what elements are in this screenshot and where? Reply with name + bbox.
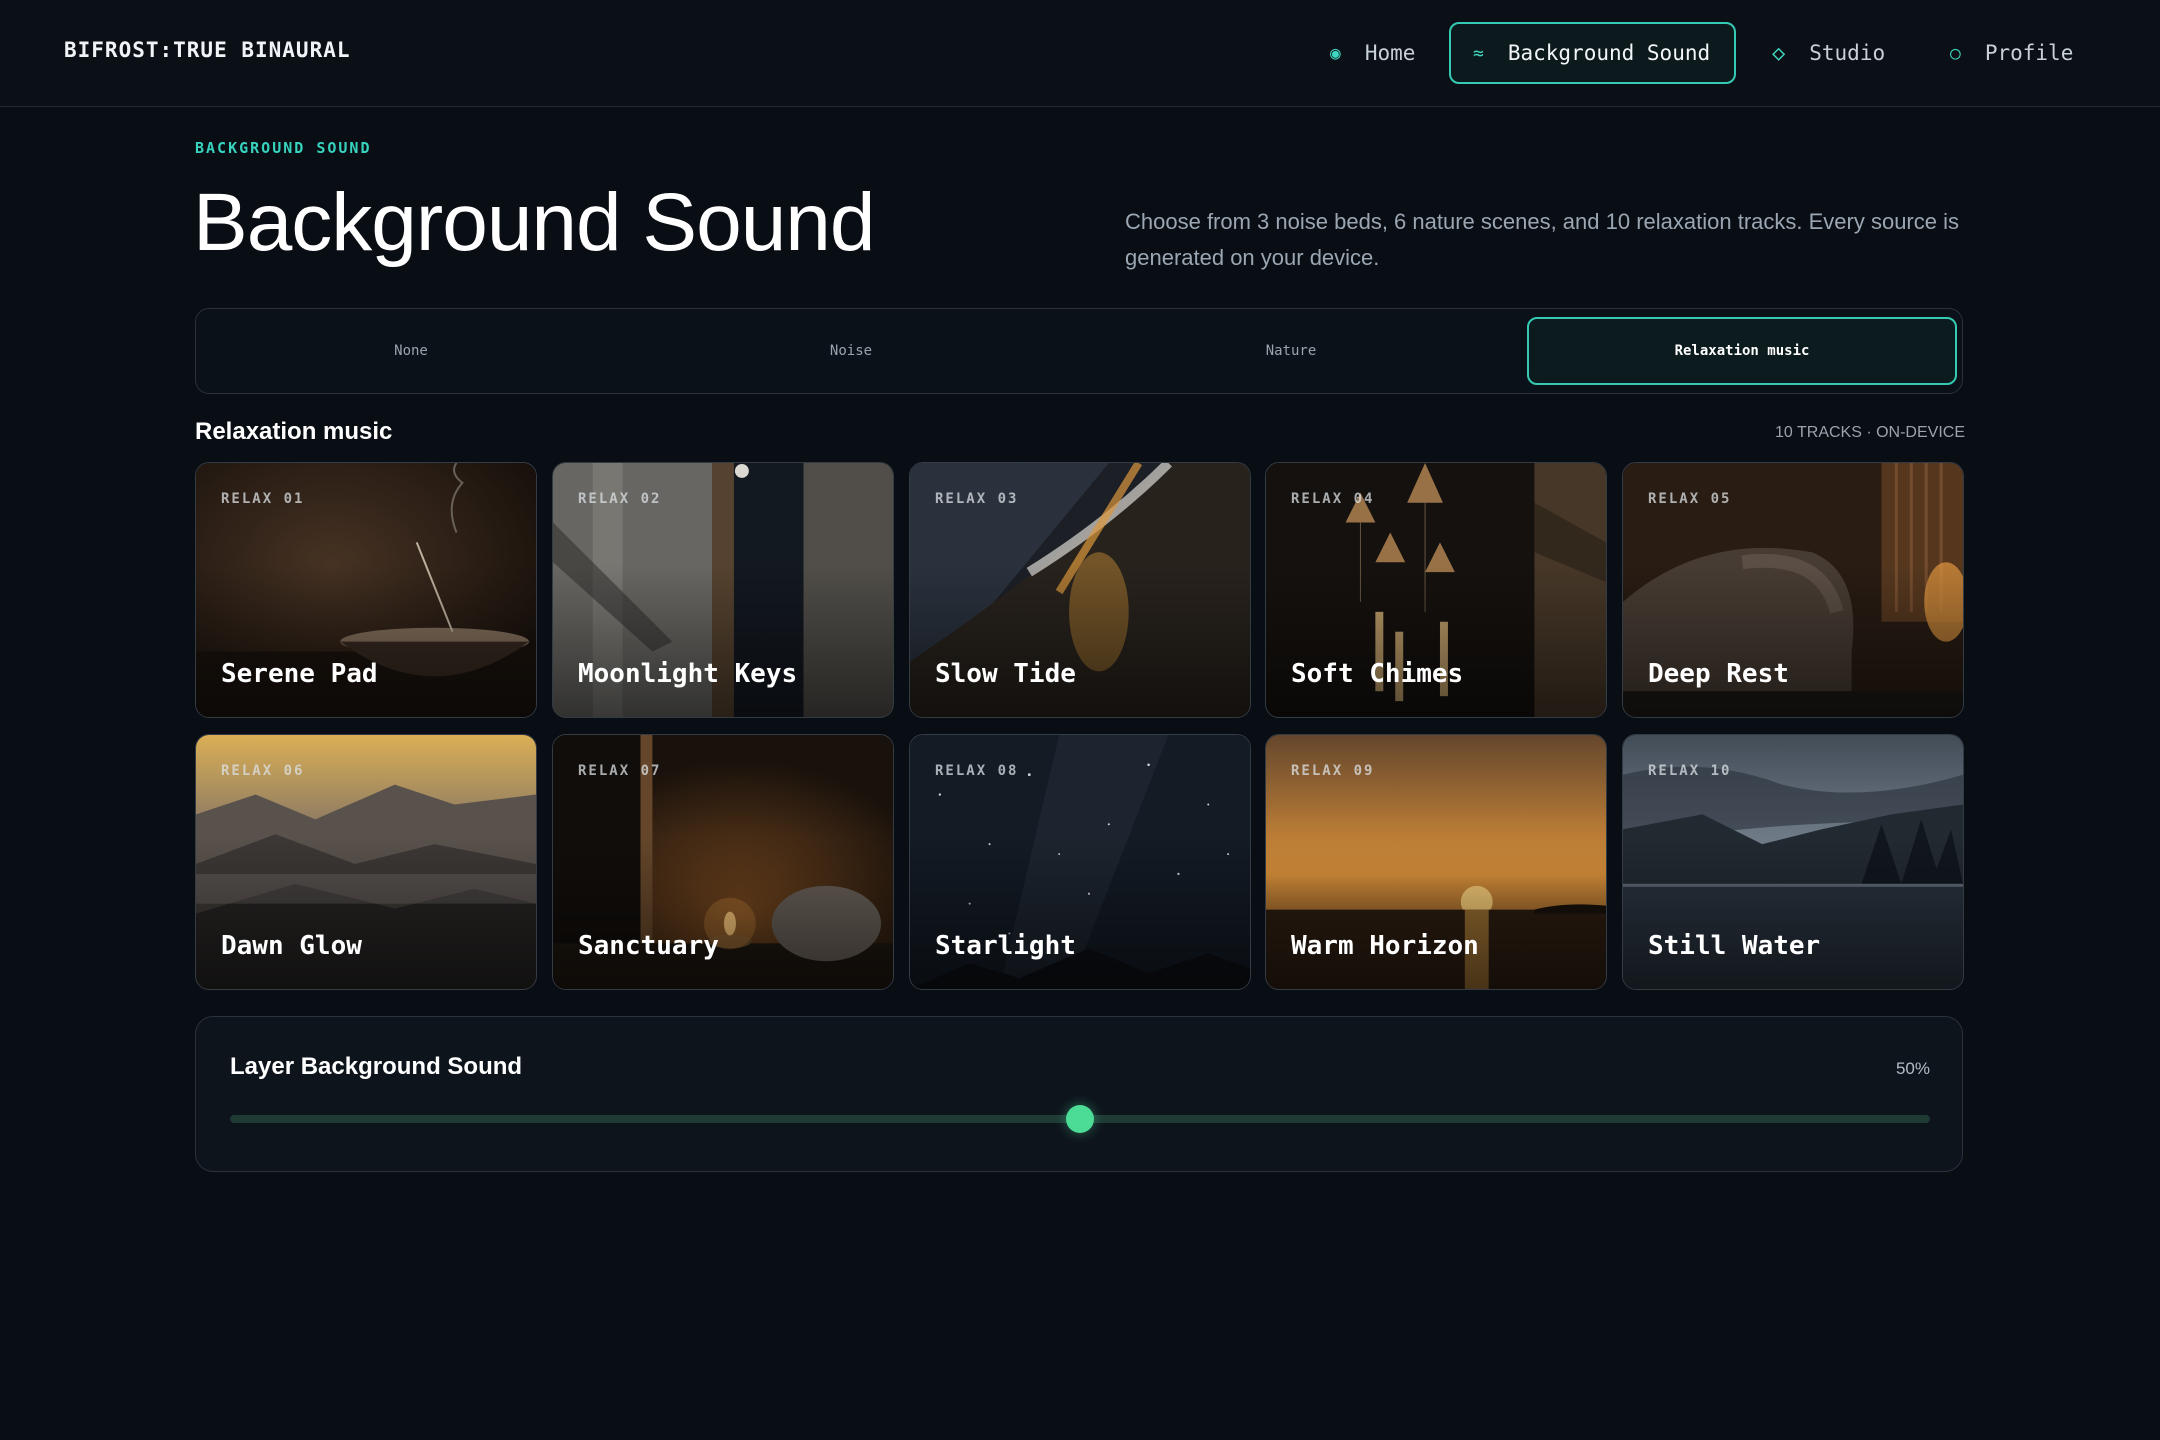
layer-title: Layer Background Sound — [230, 1053, 523, 1080]
track-code: RELAX 10 — [1648, 763, 1732, 779]
track-code: RELAX 05 — [1648, 491, 1732, 507]
track-card-soft-chimes[interactable]: RELAX 04 Soft Chimes — [1265, 462, 1607, 718]
track-code: RELAX 07 — [578, 763, 662, 779]
track-name: Deep Rest — [1648, 659, 1789, 689]
dot-icon: ◉ — [1330, 42, 1341, 64]
diamond-icon: ◇ — [1772, 40, 1786, 66]
track-card-dawn-glow[interactable]: RELAX 06 Dawn Glow — [195, 734, 537, 990]
track-name: Warm Horizon — [1291, 931, 1479, 961]
nav-profile[interactable]: ○ Profile — [1950, 22, 2073, 84]
tab-relaxation-music[interactable]: Relaxation music — [1527, 317, 1957, 385]
track-card-starlight[interactable]: RELAX 08 Starlight — [909, 734, 1251, 990]
page-description: Choose from 3 noise beds, 6 nature scene… — [1125, 209, 1959, 270]
tab-none[interactable]: None — [196, 317, 626, 385]
section-meta: 10 TRACKS · ON-DEVICE — [1775, 424, 1965, 441]
tab-nature[interactable]: Nature — [1076, 317, 1506, 385]
nav-background-sound-label: Background Sound — [1507, 41, 1711, 65]
nav-studio-label: Studio — [1809, 41, 1886, 65]
track-name: Starlight — [935, 931, 1076, 961]
track-name: Dawn Glow — [221, 931, 362, 961]
track-card-moonlight-keys[interactable]: RELAX 02 Moonlight Keys — [552, 462, 894, 718]
nav-home-label: Home — [1364, 41, 1416, 65]
track-name: Serene Pad — [221, 659, 378, 689]
tab-noise[interactable]: Noise — [636, 317, 1066, 385]
nav-profile-label: Profile — [1984, 41, 2074, 65]
top-navigation-bar: BIFROST:TRUE BINAURAL ◉ Home ≈ Backgroun… — [0, 0, 2160, 107]
track-card-slow-tide[interactable]: RELAX 03 Slow Tide — [909, 462, 1251, 718]
volume-slider-track[interactable] — [230, 1105, 1930, 1133]
track-code: RELAX 03 — [935, 491, 1019, 507]
nav-home[interactable]: ◉ Home — [1330, 22, 1415, 84]
track-name: Sanctuary — [578, 931, 719, 961]
track-name: Still Water — [1648, 931, 1821, 961]
section-title: Relaxation music — [195, 418, 393, 445]
app-brand[interactable]: BIFROST:TRUE BINAURAL — [64, 38, 351, 62]
volume-slider-thumb[interactable] — [1066, 1105, 1094, 1133]
page-eyebrow: BACKGROUND SOUND — [195, 139, 372, 157]
layer-background-sound-panel: Layer Background Sound 50% — [195, 1016, 1963, 1172]
track-code: RELAX 02 — [578, 491, 662, 507]
track-name: Soft Chimes — [1291, 659, 1464, 689]
track-code: RELAX 01 — [221, 491, 305, 507]
track-card-warm-horizon[interactable]: RELAX 09 Warm Horizon — [1265, 734, 1607, 990]
track-card-still-water[interactable]: RELAX 10 Still Water — [1622, 734, 1964, 990]
track-name: Slow Tide — [935, 659, 1076, 689]
track-code: RELAX 04 — [1291, 491, 1375, 507]
track-card-serene-pad[interactable]: RELAX 01 Serene Pad — [195, 462, 537, 718]
track-code: RELAX 06 — [221, 763, 305, 779]
nav-background-sound[interactable]: ≈ Background Sound — [1449, 22, 1736, 84]
wave-icon: ≈ — [1473, 42, 1484, 64]
track-name: Moonlight Keys — [578, 659, 798, 689]
track-card-deep-rest[interactable]: RELAX 05 Deep Rest — [1622, 462, 1964, 718]
track-code: RELAX 09 — [1291, 763, 1375, 779]
track-code: RELAX 08 — [935, 763, 1019, 779]
nav-studio[interactable]: ◇ Studio — [1772, 22, 1885, 84]
layer-volume-value: 50% — [1895, 1059, 1930, 1078]
track-card-sanctuary[interactable]: RELAX 07 Sanctuary — [552, 734, 894, 990]
sound-type-tabs: None Noise Nature Relaxation music — [195, 308, 1963, 394]
page-title: Background Sound — [193, 177, 876, 268]
circle-icon: ○ — [1950, 42, 1961, 64]
